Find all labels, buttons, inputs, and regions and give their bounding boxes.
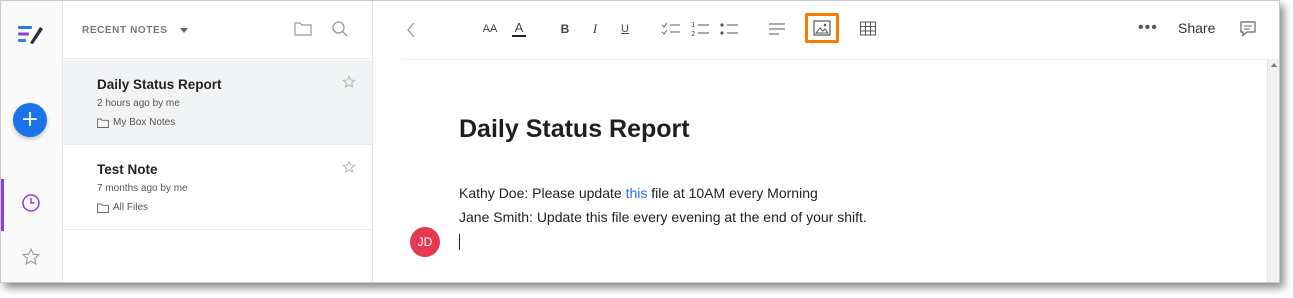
folder-icon[interactable] xyxy=(293,20,313,38)
note-title: Daily Status Report xyxy=(97,77,222,92)
chevron-down-icon[interactable] xyxy=(179,25,189,35)
star-icon[interactable] xyxy=(342,160,356,174)
star-icon[interactable] xyxy=(342,75,356,89)
toolbar-divider xyxy=(401,59,1267,60)
recent-notes-title[interactable]: RECENT NOTES xyxy=(82,25,168,36)
note-editor: AA A B I U 1 2 ••• Share Daily Status Re… xyxy=(373,1,1279,282)
favorites-star-icon[interactable] xyxy=(21,247,41,267)
svg-text:1: 1 xyxy=(691,21,695,29)
document-line[interactable]: Kathy Doe: Please update this file at 10… xyxy=(459,185,818,201)
line-text: Kathy Doe: Please update xyxy=(459,185,626,201)
folder-icon xyxy=(97,203,109,213)
app-window: + RECENT NOTES Daily Status Report 2 hou… xyxy=(0,0,1280,283)
text-color-label: A xyxy=(514,20,524,35)
clock-icon xyxy=(22,194,40,212)
note-list-item[interactable]: Daily Status Report 2 hours ago by me My… xyxy=(63,60,372,145)
scroll-up-icon[interactable] xyxy=(1271,63,1277,67)
bold-button[interactable]: B xyxy=(557,18,573,40)
note-title: Test Note xyxy=(97,162,158,177)
note-folder: All Files xyxy=(97,202,148,213)
note-timestamp: 7 months ago by me xyxy=(97,183,188,194)
box-notes-logo-icon[interactable] xyxy=(18,23,44,45)
document-scrollbar[interactable] xyxy=(1267,59,1279,282)
more-options-button[interactable]: ••• xyxy=(1138,19,1158,37)
share-button[interactable]: Share xyxy=(1178,20,1215,36)
note-folder: My Box Notes xyxy=(97,117,175,128)
image-icon xyxy=(813,20,831,36)
bullet-list-icon[interactable] xyxy=(718,18,740,40)
note-folder-label: My Box Notes xyxy=(113,117,176,128)
document-link[interactable]: this xyxy=(626,185,648,201)
notes-header: RECENT NOTES xyxy=(63,1,372,59)
note-list-item[interactable]: Test Note 7 months ago by me All Files xyxy=(63,145,372,230)
italic-button[interactable]: I xyxy=(587,18,603,40)
new-note-button[interactable]: + xyxy=(13,103,47,137)
document-line[interactable]: Jane Smith: Update this file every eveni… xyxy=(459,209,867,225)
checklist-icon[interactable] xyxy=(660,18,682,40)
collaborator-avatar[interactable]: JD xyxy=(410,227,440,257)
font-size-button[interactable]: AA xyxy=(479,18,501,40)
notes-list-panel: RECENT NOTES Daily Status Report 2 hours… xyxy=(63,1,373,282)
nav-rail: + xyxy=(1,1,63,282)
note-folder-label: All Files xyxy=(113,202,149,213)
text-color-bar xyxy=(512,35,526,37)
document-title[interactable]: Daily Status Report xyxy=(459,115,690,144)
chevron-left-icon[interactable] xyxy=(405,21,417,39)
recent-notes-nav[interactable] xyxy=(1,179,63,231)
comment-icon[interactable] xyxy=(1239,20,1257,38)
line-text: file at 10AM every Morning xyxy=(647,185,818,201)
note-timestamp: 2 hours ago by me xyxy=(97,98,180,109)
table-icon[interactable] xyxy=(859,18,877,40)
search-icon[interactable] xyxy=(331,20,349,38)
numbered-list-icon[interactable]: 1 2 xyxy=(689,18,711,40)
underline-button[interactable]: U xyxy=(617,18,633,40)
text-cursor xyxy=(459,234,460,250)
insert-image-button[interactable] xyxy=(805,13,839,43)
text-color-button[interactable]: A xyxy=(509,18,529,40)
folder-icon xyxy=(97,118,109,128)
editor-toolbar: AA A B I U 1 2 ••• Share xyxy=(373,1,1279,59)
svg-text:2: 2 xyxy=(691,30,695,38)
align-left-icon[interactable] xyxy=(767,18,787,40)
